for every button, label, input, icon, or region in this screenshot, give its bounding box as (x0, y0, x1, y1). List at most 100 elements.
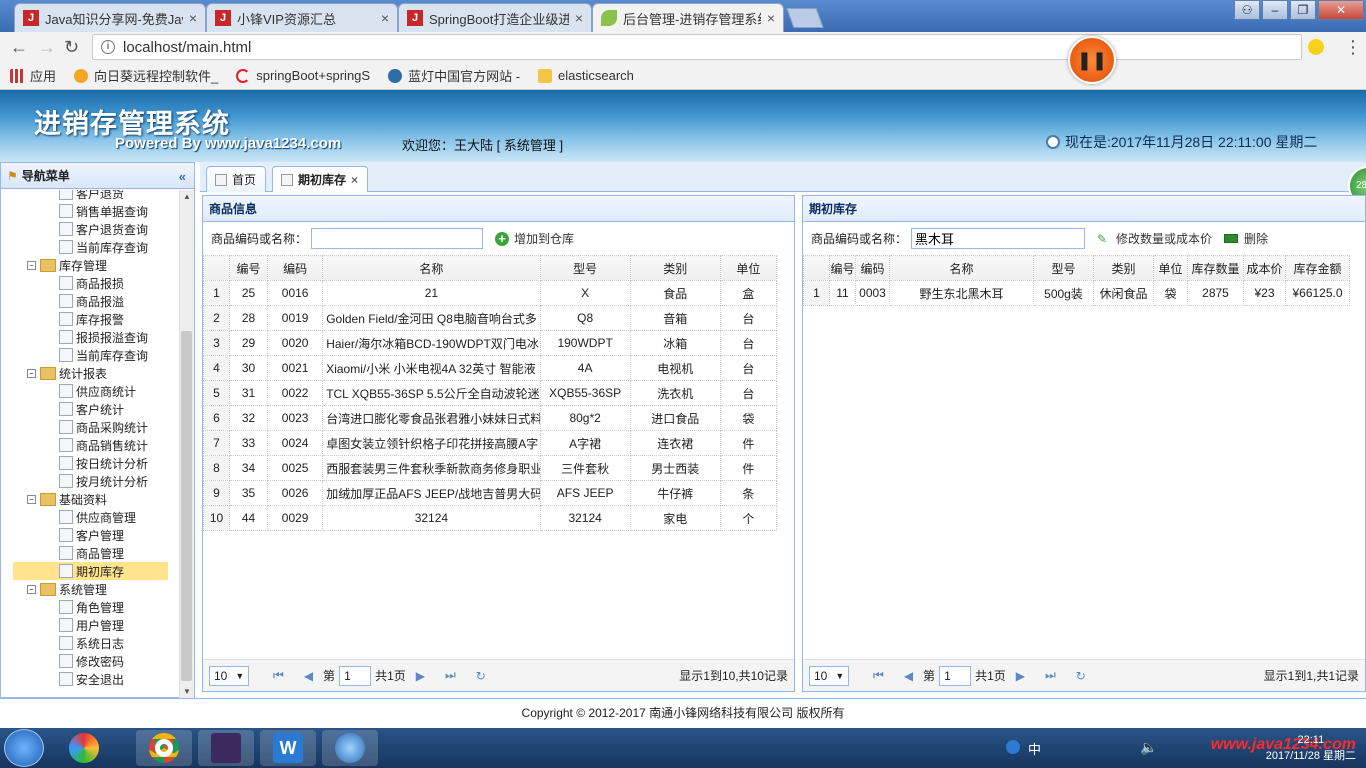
table-row[interactable]: 2 28 0019 Golden Field/金河田 Q8电脑音响台式多 Q8 音箱台 (202, 305, 778, 331)
tab-home[interactable]: 首页 (206, 166, 266, 192)
column-header[interactable]: 库存金额 (1285, 255, 1350, 281)
next-page-icon[interactable]: ▶ (416, 669, 425, 683)
user-icon[interactable]: ⚇ (1234, 0, 1260, 20)
sidebar-item-stock-mgmt[interactable]: − 库存管理 (27, 256, 107, 274)
sidebar-item-logout[interactable]: 安全退出 (59, 670, 124, 688)
nav-scroll-thumb[interactable] (181, 331, 192, 681)
page-size-select[interactable]: 10 ▼ (809, 665, 849, 686)
tree-toggle-icon[interactable]: − (27, 494, 36, 504)
sidebar-item-damage-overflow-query[interactable]: 报损报溢查询 (59, 328, 148, 346)
prev-page-icon[interactable]: ◀ (304, 669, 313, 683)
sidebar-item-purchase-stats[interactable]: 商品采购统计 (59, 418, 148, 436)
table-row[interactable]: 5 31 0022 TCL XQB55-36SP 5.5公斤全自动波轮迷 XQB55-3… (202, 380, 778, 406)
tab-initial-stock[interactable]: 期初库存 × (272, 166, 368, 192)
ime-indicator[interactable]: 中 (1028, 739, 1041, 758)
sidebar-item-daily-analysis[interactable]: 按日统计分析 (59, 454, 148, 472)
delete-button[interactable]: 删除 (1224, 230, 1268, 247)
tree-toggle-icon[interactable]: − (27, 260, 36, 270)
page-number-input[interactable]: 1 (339, 665, 372, 686)
refresh-icon[interactable]: ↻ (1076, 669, 1086, 683)
refresh-icon[interactable]: ↻ (476, 669, 486, 683)
sidebar-item-current-stock-query[interactable]: 当前库存查询 (59, 346, 148, 364)
info-icon[interactable]: i (101, 40, 115, 54)
input-method-icon[interactable] (1006, 740, 1020, 754)
sidebar-item-goods-mgmt[interactable]: 商品管理 (59, 544, 124, 562)
column-header[interactable]: 名称 (322, 255, 541, 281)
eclipse-icon[interactable] (198, 730, 254, 766)
column-header[interactable]: 类别 (629, 255, 721, 281)
close-icon[interactable]: × (575, 10, 583, 26)
column-header[interactable]: 编码 (267, 255, 324, 281)
collapse-icon[interactable]: « (179, 169, 186, 184)
column-header[interactable]: 编码 (855, 255, 890, 281)
scroll-up-icon[interactable]: ▲ (183, 192, 191, 201)
last-page-icon[interactable]: ⏭ (445, 668, 456, 683)
column-header[interactable]: 类别 (1093, 255, 1154, 281)
sidebar-item-sales-stats[interactable]: 商品销售统计 (59, 436, 148, 454)
table-row[interactable]: 3 29 0020 Haier/海尔冰箱BCD-190WDPT双门电冰 190WDPT 冰… (202, 330, 778, 356)
bookmark-sunlogin[interactable]: 向日葵远程控制软件_ (74, 66, 218, 85)
prev-page-icon[interactable]: ◀ (904, 669, 913, 683)
sidebar-item-stock-alarm[interactable]: 库存报警 (59, 310, 124, 328)
extension-icon[interactable] (1308, 39, 1324, 55)
app-sphere-icon[interactable] (56, 730, 112, 766)
table-row[interactable]: 9 35 0026 加绒加厚正品AFS JEEP/战地吉普男大码 AFS JEEP 牛仔裤… (202, 480, 778, 506)
sidebar-item-customer-mgmt[interactable]: 客户管理 (59, 526, 124, 544)
maximize-icon[interactable]: ❐ (1290, 0, 1316, 20)
sidebar-item-cust-return-query[interactable]: 客户退货查询 (59, 220, 148, 238)
pause-recording-icon[interactable]: ❚❚ (1068, 36, 1116, 84)
sidebar-item-supplier-stats[interactable]: 供应商统计 (59, 382, 136, 400)
back-arrow-icon[interactable]: ← (10, 37, 28, 58)
browser-tab-3[interactable]: J SpringBoot打造企业级进 × (398, 3, 592, 32)
table-row[interactable]: 1 25 0016 21 X 食品盒 (202, 280, 778, 306)
bookmark-elasticsearch[interactable]: elasticsearch (538, 68, 634, 83)
column-header[interactable]: 库存数量 (1187, 255, 1244, 281)
scroll-down-icon[interactable]: ▼ (183, 687, 191, 696)
sidebar-item-system-mgmt[interactable]: − 系统管理 (27, 580, 107, 598)
tree-toggle-icon[interactable]: − (27, 584, 36, 594)
last-page-icon[interactable]: ⏭ (1045, 668, 1056, 683)
reload-icon[interactable]: ↻ (64, 37, 79, 58)
chrome-icon[interactable] (136, 730, 192, 766)
bookmark-apps[interactable]: 应用 (10, 66, 56, 85)
menu-dots-icon[interactable]: ⋮ (1344, 37, 1362, 58)
dolphin-icon[interactable] (322, 730, 378, 766)
sidebar-item-basic-data[interactable]: − 基础资料 (27, 490, 107, 508)
table-row[interactable]: 7 33 0024 卓图女装立领针织格子印花拼接高腰A字 A字裙 连衣裙件 (202, 430, 778, 456)
column-header[interactable]: 型号 (1033, 255, 1094, 281)
column-header[interactable]: 名称 (889, 255, 1034, 281)
sidebar-item-initial-stock[interactable]: 期初库存 (13, 562, 168, 580)
sidebar-item-supplier-mgmt[interactable]: 供应商管理 (59, 508, 136, 526)
sidebar-item-current-stock-query[interactable]: 当前库存查询 (59, 238, 148, 256)
sidebar-item-customer-stats[interactable]: 客户统计 (59, 400, 124, 418)
url-field[interactable]: i localhost/main.html (92, 34, 1302, 60)
writer-icon[interactable]: W (260, 730, 316, 766)
stock-search-input[interactable] (911, 228, 1086, 249)
sidebar-item-change-password[interactable]: 修改密码 (59, 652, 124, 670)
sidebar-item-goods-damage[interactable]: 商品报损 (59, 274, 124, 292)
sidebar-item-reports[interactable]: − 统计报表 (27, 364, 107, 382)
column-header[interactable]: 编号 (229, 255, 269, 281)
close-icon[interactable]: × (381, 10, 389, 26)
first-page-icon[interactable]: ⏮ (273, 668, 284, 683)
tray-clock[interactable]: 22:11 2017/11/28 星期二 (1266, 732, 1356, 764)
page-number-input[interactable]: 1 (939, 665, 972, 686)
tree-toggle-icon[interactable]: − (27, 368, 36, 378)
browser-tab-1[interactable]: J Java知识分享网-免费Jav × (14, 3, 206, 32)
sidebar-item-goods-overflow[interactable]: 商品报溢 (59, 292, 124, 310)
table-row[interactable]: 6 32 0023 台湾进口膨化零食品张君雅小妹妹日式料 80g*2 进口食品袋 (202, 405, 778, 431)
sidebar-item-system-log[interactable]: 系统日志 (59, 634, 124, 652)
add-to-warehouse-button[interactable]: + 增加到仓库 (495, 230, 574, 247)
sidebar-item-role-mgmt[interactable]: 角色管理 (59, 598, 124, 616)
browser-tab-4[interactable]: 后台管理-进销存管理系统 × (592, 3, 784, 32)
bookmark-lantern[interactable]: 蓝灯中国官方网站 - (388, 66, 520, 85)
sidebar-item-cust-return[interactable]: 客户退货 (59, 190, 124, 202)
close-icon[interactable]: × (189, 10, 197, 26)
volume-icon[interactable]: 🔈 (1140, 739, 1157, 756)
close-icon[interactable]: × (767, 10, 775, 26)
goods-search-input[interactable] (311, 228, 484, 249)
column-header[interactable]: 型号 (539, 255, 631, 281)
sidebar-item-monthly-analysis[interactable]: 按月统计分析 (59, 472, 148, 490)
table-row[interactable]: 10 44 0029 32124 32124 家电个 (202, 505, 778, 531)
column-header[interactable]: 编号 (829, 255, 856, 281)
